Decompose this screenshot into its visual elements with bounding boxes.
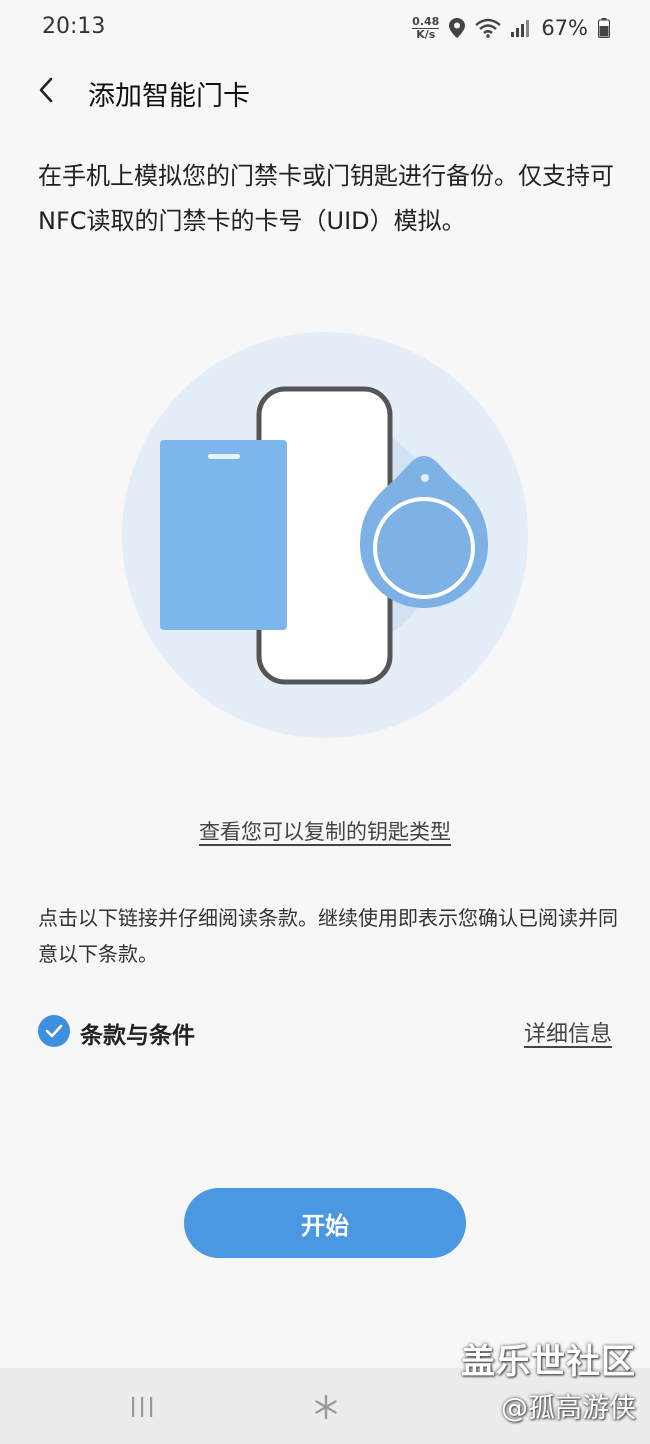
watermark-author: @孤高游侠	[501, 1393, 636, 1424]
key-types-link[interactable]: 查看您可以复制的钥匙类型	[0, 816, 650, 846]
description-text: 在手机上模拟您的门禁卡或门钥匙进行备份。仅支持可NFC读取的门禁卡的卡号（UID…	[38, 162, 614, 235]
terms-row: 条款与条件 详细信息	[38, 1010, 612, 1054]
access-card-icon	[160, 440, 287, 630]
battery-icon	[598, 18, 610, 38]
terms-label: 条款与条件	[80, 1023, 195, 1049]
start-button[interactable]: 开始	[184, 1188, 466, 1258]
terms-note: 点击以下链接并仔细阅读条款。继续使用即表示您确认已阅读并同意以下条款。	[38, 906, 618, 966]
status-bar: 20:13 0.48 K/s 67%	[0, 0, 650, 56]
checkmark-icon	[45, 1024, 63, 1038]
nfc-card-illustration	[122, 332, 528, 738]
app-header: 添加智能门卡	[0, 62, 650, 120]
watermark-site: 盖乐世社区	[461, 1342, 636, 1382]
chevron-left-icon	[39, 77, 53, 103]
status-time: 20:13	[42, 14, 106, 39]
net-speed-unit: K/s	[416, 28, 436, 41]
recents-icon[interactable]	[130, 1396, 154, 1418]
network-speed: 0.48 K/s	[412, 16, 440, 41]
details-link[interactable]: 详细信息	[524, 1016, 612, 1048]
wifi-icon	[475, 18, 502, 38]
battery-percent: 67%	[541, 16, 588, 40]
location-icon	[449, 18, 466, 38]
status-icons: 0.48 K/s 67%	[412, 12, 610, 44]
signal-icon	[511, 20, 530, 37]
back-button[interactable]	[26, 68, 66, 112]
home-icon[interactable]	[313, 1394, 339, 1420]
terms-checkbox[interactable]	[38, 1015, 70, 1047]
page-title: 添加智能门卡	[88, 81, 250, 112]
